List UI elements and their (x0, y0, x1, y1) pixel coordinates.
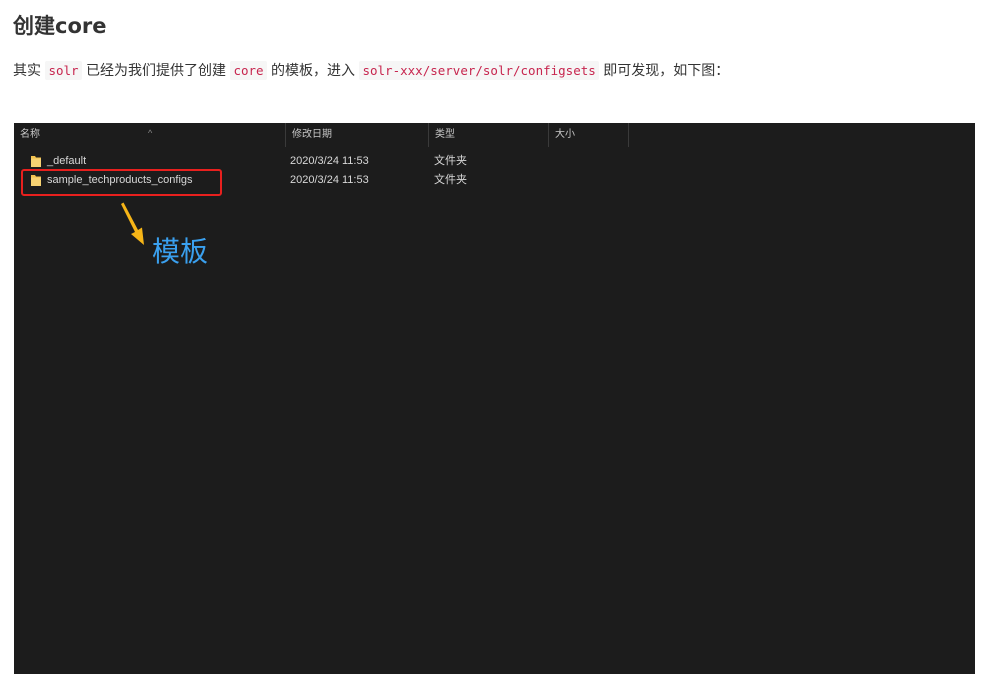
intro-text-3: 的模板，进入 (266, 63, 360, 79)
column-header-size-label: 大小 (555, 129, 575, 140)
column-header-modified-label: 修改日期 (292, 129, 332, 140)
intro-text-4: 即可发现，如下图： (598, 63, 730, 79)
highlight-box (21, 169, 222, 196)
file-name: _default (47, 155, 87, 167)
column-header-type[interactable]: 类型 (429, 123, 549, 147)
pointer-arrow-icon (121, 202, 144, 245)
column-header-type-label: 类型 (435, 129, 455, 140)
file-modified: 2020/3/24 11:53 (290, 174, 369, 186)
inline-code-core: core (230, 61, 267, 80)
file-modified: 2020/3/24 11:53 (290, 155, 369, 167)
annotation-label: 模板 (152, 235, 209, 268)
column-header-modified[interactable]: 修改日期 (286, 123, 429, 147)
inline-code-path: solr-xxx/server/solr/configsets (359, 61, 599, 80)
intro-text-2: 已经为我们提供了创建 (81, 63, 231, 79)
file-explorer-screenshot: 名称 ^ 修改日期 类型 大小 _default 2020/3/24 11:53… (14, 123, 975, 674)
column-header-size[interactable]: 大小 (549, 123, 629, 147)
sort-up-icon: ^ (148, 128, 153, 138)
intro-paragraph: 其实 solr 已经为我们提供了创建 core 的模板，进入 solr-xxx/… (13, 58, 729, 84)
intro-text-1: 其实 (13, 63, 46, 79)
column-header-name-label: 名称 (20, 129, 40, 140)
folder-icon (31, 156, 41, 167)
file-type: 文件夹 (434, 174, 467, 186)
column-header-name[interactable]: 名称 ^ (14, 123, 286, 147)
page-title: 创建core (13, 14, 107, 38)
file-row[interactable]: _default 2020/3/24 11:53 文件夹 (14, 152, 975, 170)
file-type: 文件夹 (434, 155, 467, 167)
inline-code-solr: solr (45, 61, 82, 80)
